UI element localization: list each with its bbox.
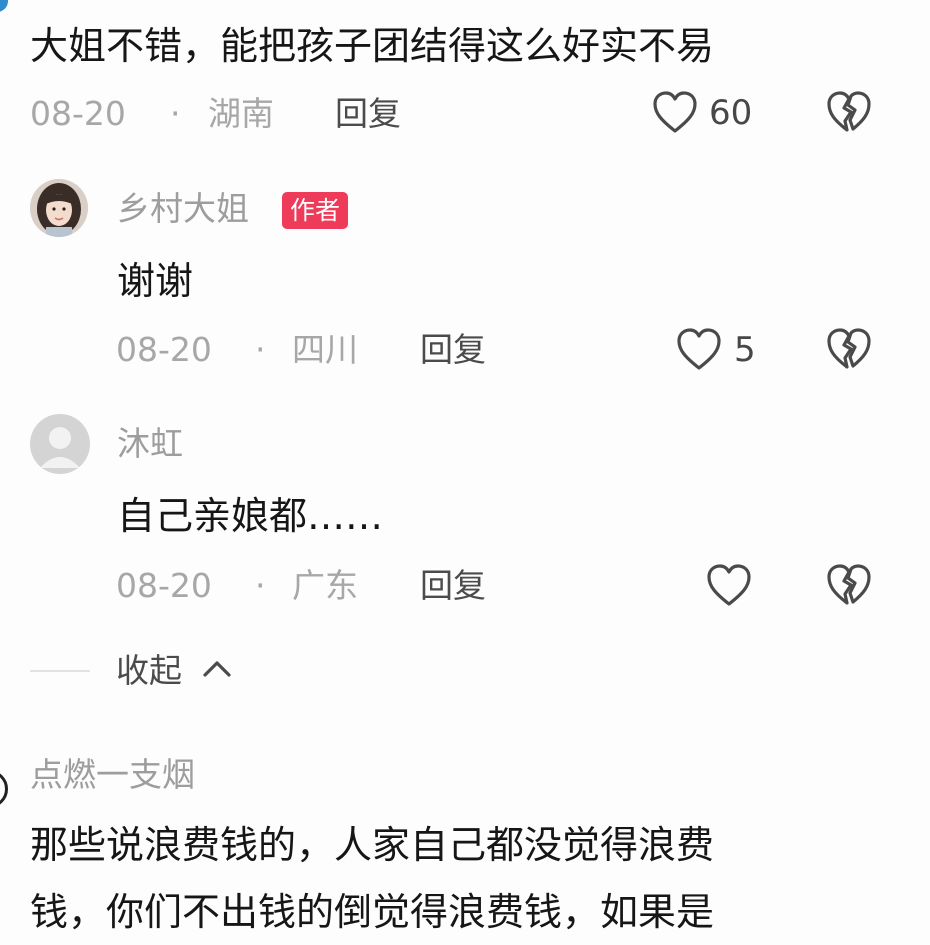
- reply-button[interactable]: 回复: [420, 333, 486, 366]
- author-name[interactable]: 乡村大姐: [117, 192, 249, 225]
- comment-text-line: 钱，你们不出钱的倒觉得浪费钱，如果是: [30, 890, 715, 934]
- comment-text: 大姐不错，能把孩子团结得这么好实不易: [30, 24, 715, 68]
- like-count: 5: [734, 330, 756, 370]
- comment-text: 谢谢: [117, 259, 194, 303]
- meta-separator: ·: [170, 94, 181, 133]
- like-count: 60: [709, 93, 753, 133]
- comment-text-line: 那些说浪费钱的，人家自己都没觉得浪费: [30, 823, 715, 867]
- broken-heart-icon[interactable]: [826, 90, 872, 134]
- heart-outline-icon[interactable]: [706, 563, 752, 607]
- author-badge: 作者: [282, 192, 349, 229]
- comment-date: 08-20: [116, 566, 212, 605]
- comment-location: 四川: [292, 330, 358, 369]
- comment-date: 08-20: [30, 94, 126, 133]
- avatar-partial: [0, 770, 8, 808]
- avatar[interactable]: [30, 179, 88, 237]
- reply-button[interactable]: 回复: [335, 97, 401, 130]
- meta-separator: ·: [255, 566, 266, 605]
- heart-outline-icon[interactable]: [652, 90, 698, 134]
- collapse-button[interactable]: 收起: [116, 654, 182, 687]
- avatar-partial-top: [0, 0, 8, 12]
- comment-text: 自己亲娘都……: [117, 494, 384, 538]
- broken-heart-icon[interactable]: [826, 563, 872, 607]
- default-avatar-icon[interactable]: [30, 414, 90, 474]
- reply-button[interactable]: 回复: [420, 569, 486, 602]
- meta-separator: ·: [255, 330, 266, 369]
- comment-location: 广东: [292, 566, 358, 605]
- collapse-divider: [30, 670, 90, 672]
- author-name[interactable]: 点燃一支烟: [30, 758, 195, 791]
- comment-date: 08-20: [116, 330, 212, 369]
- comment-location: 湖南: [208, 94, 274, 133]
- author-name[interactable]: 沐虹: [117, 427, 183, 460]
- heart-outline-icon[interactable]: [676, 327, 722, 371]
- chevron-up-icon[interactable]: [201, 657, 233, 681]
- broken-heart-icon[interactable]: [826, 327, 872, 371]
